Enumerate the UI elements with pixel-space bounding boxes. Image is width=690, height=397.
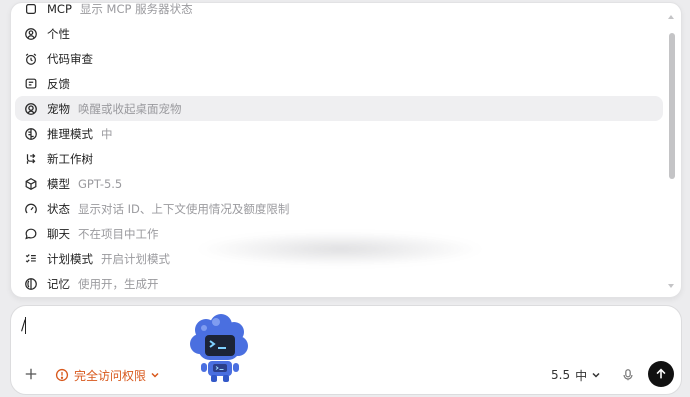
warning-icon xyxy=(55,368,69,382)
plus-icon xyxy=(25,368,37,380)
reasoning-level: 中 xyxy=(575,368,588,383)
pet-right-arm xyxy=(233,363,239,372)
pet-chest-screen xyxy=(213,364,227,372)
menu-item-personality[interactable]: 个性 xyxy=(15,21,663,46)
cube-icon xyxy=(23,176,39,192)
pet-icon xyxy=(23,101,39,117)
mcp-icon xyxy=(23,3,39,17)
pet-left-leg xyxy=(211,375,217,382)
menu-item-chat[interactable]: 聊天 不在项目中工作 xyxy=(15,221,663,246)
menu-item-pet[interactable]: 宠物 唤醒或收起桌面宠物 xyxy=(15,96,663,121)
menu-item-memory[interactable]: 记忆 使用开，生成开 xyxy=(15,271,663,296)
menu-item-label: 反馈 xyxy=(47,76,70,91)
scroll-down-arrow-icon[interactable] xyxy=(668,284,674,288)
memory-icon xyxy=(23,276,39,292)
menu-item-description: 使用开，生成开 xyxy=(78,276,159,291)
menu-item-label: 状态 xyxy=(47,201,70,216)
pet-left-arm xyxy=(201,363,207,372)
add-attachment-button[interactable] xyxy=(22,365,40,383)
menu-item-description: 显示对话 ID、上下文使用情况及额度限制 xyxy=(78,201,290,216)
menu-item-label: 模型 xyxy=(47,176,70,191)
microphone-button[interactable] xyxy=(620,366,636,384)
menu-item-feedback[interactable]: 反馈 xyxy=(15,71,663,96)
access-permission-label: 完全访问权限 xyxy=(74,368,147,383)
menu-item-description: 显示 MCP 服务器状态 xyxy=(79,2,193,16)
app-window: MCP 显示 MCP 服务器状态 个性 代码审查 反馈 宠物 唤醒或收起桌面宠物… xyxy=(0,0,690,397)
menu-item-label: 新工作树 xyxy=(47,151,93,166)
menu-item-reasoning-mode[interactable]: 推理模式 中 xyxy=(15,121,663,146)
alarm-clock-icon xyxy=(23,51,39,67)
menu-item-description: 中 xyxy=(101,126,113,141)
branch-icon xyxy=(23,151,39,167)
menu-item-label: 聊天 xyxy=(47,226,70,241)
arrow-up-icon xyxy=(656,368,666,379)
chevron-down-icon xyxy=(592,372,600,378)
menu-item-description: 不在项目中工作 xyxy=(78,226,159,241)
menu-item-description: GPT-5.5 xyxy=(78,176,123,191)
menu-item-description: 开启计划模式 xyxy=(101,251,170,266)
personality-icon xyxy=(23,26,39,42)
menu-scrollbar[interactable] xyxy=(669,13,675,291)
gauge-icon xyxy=(23,201,39,217)
menu-item-new-worktree[interactable]: 新工作树 xyxy=(15,146,663,171)
model-name: 5.5 xyxy=(551,368,571,382)
menu-item-code-review[interactable]: 代码审查 xyxy=(15,46,663,71)
checklist-icon xyxy=(23,251,39,267)
menu-item-label: MCP xyxy=(47,2,72,16)
pet-screen xyxy=(205,335,235,356)
send-button[interactable] xyxy=(648,361,674,387)
menu-item-label: 计划模式 xyxy=(47,251,93,266)
feedback-icon xyxy=(23,76,39,92)
menu-item-label: 推理模式 xyxy=(47,126,93,141)
chevron-down-icon xyxy=(151,372,159,378)
menu-scrollbar-thumb[interactable] xyxy=(669,33,675,179)
menu-item-label: 个性 xyxy=(47,26,70,41)
access-permission-dropdown[interactable]: 完全访问权限 xyxy=(55,366,160,384)
menu-item-mcp[interactable]: MCP 显示 MCP 服务器状态 xyxy=(15,2,663,21)
slash-command-menu: MCP 显示 MCP 服务器状态 个性 代码审查 反馈 宠物 唤醒或收起桌面宠物… xyxy=(10,2,682,298)
desktop-pet-mascot[interactable] xyxy=(188,314,250,384)
menu-item-label: 记忆 xyxy=(47,276,70,291)
menu-item-plan-mode[interactable]: 计划模式 开启计划模式 xyxy=(15,246,663,271)
chat-bubble-icon xyxy=(23,226,39,242)
model-selector[interactable]: 5.5 中 xyxy=(551,366,601,384)
menu-item-model[interactable]: 模型 GPT-5.5 xyxy=(15,171,663,196)
pet-cursor xyxy=(218,347,226,349)
microphone-icon xyxy=(623,369,633,381)
menu-item-status[interactable]: 状态 显示对话 ID、上下文使用情况及额度限制 xyxy=(15,196,663,221)
brain-icon xyxy=(23,126,39,142)
menu-item-label: 宠物 xyxy=(47,101,70,116)
menu-item-description: 唤醒或收起桌面宠物 xyxy=(78,101,182,116)
slash-command-list: MCP 显示 MCP 服务器状态 个性 代码审查 反馈 宠物 唤醒或收起桌面宠物… xyxy=(11,2,666,296)
scroll-up-arrow-icon[interactable] xyxy=(668,15,674,19)
menu-item-label: 代码审查 xyxy=(47,51,93,66)
text-caret xyxy=(25,317,26,334)
message-composer: / 完全访问权限 5.5 中 xyxy=(10,305,682,395)
pet-right-leg xyxy=(223,375,229,382)
